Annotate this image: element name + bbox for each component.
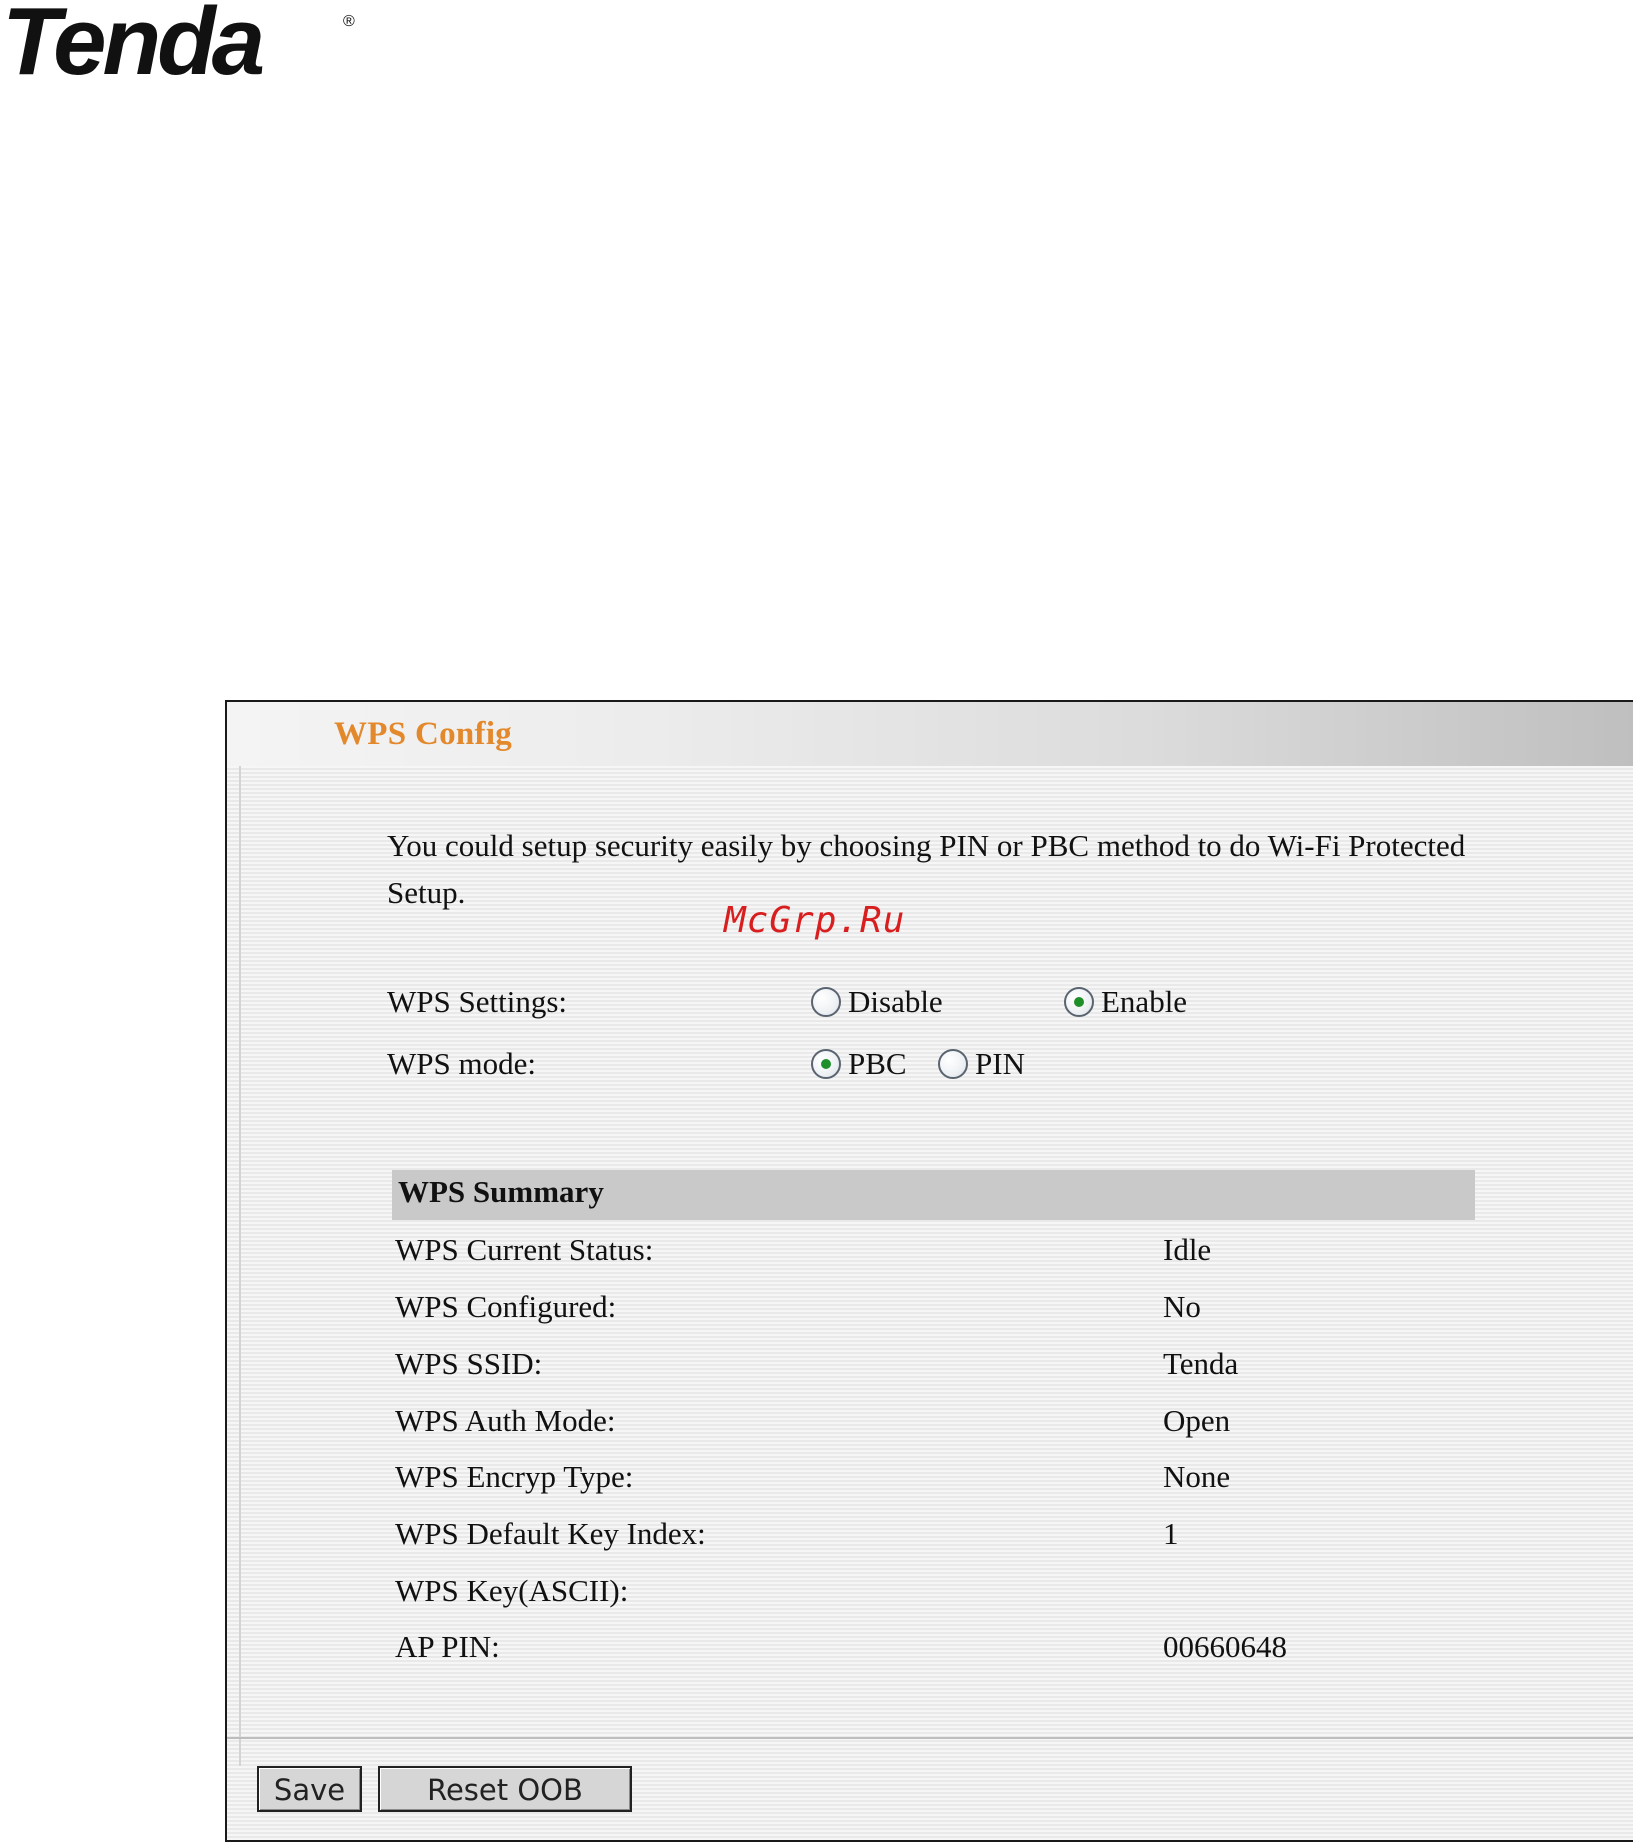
- tenda-logo: Tenda ®: [0, 0, 370, 84]
- summary-row: WPS Key(ASCII):: [395, 1571, 1475, 1611]
- registered-mark: ®: [343, 13, 355, 30]
- summary-key: WPS Current Status:: [395, 1232, 654, 1267]
- wps-settings-row: WPS Settings: Disable Enable: [387, 982, 1487, 1022]
- summary-value: Open: [1163, 1403, 1231, 1438]
- radio-unchecked-icon[interactable]: [811, 987, 841, 1017]
- summary-row: WPS Current Status: Idle: [395, 1230, 1475, 1270]
- summary-row: WPS Encryp Type: None: [395, 1457, 1475, 1497]
- wps-enable-radio[interactable]: Enable: [1064, 982, 1187, 1022]
- summary-value: 1: [1163, 1516, 1179, 1551]
- summary-row: WPS Configured: No: [395, 1287, 1475, 1327]
- tenda-logo-text: Tenda: [2, 0, 263, 84]
- summary-key: WPS Encryp Type:: [395, 1459, 634, 1494]
- summary-row: WPS Auth Mode: Open: [395, 1401, 1475, 1441]
- summary-row: WPS Default Key Index: 1: [395, 1514, 1475, 1554]
- summary-value: 00660648: [1163, 1629, 1287, 1664]
- save-button[interactable]: Save: [257, 1766, 362, 1812]
- summary-value: Tenda: [1163, 1346, 1239, 1381]
- wps-mode-pin-label: PIN: [975, 1046, 1025, 1081]
- wps-enable-label: Enable: [1101, 984, 1188, 1019]
- wps-mode-pbc-radio[interactable]: PBC: [811, 1044, 907, 1084]
- wps-mode-pin-radio[interactable]: PIN: [938, 1044, 1025, 1084]
- wps-mode-label: WPS mode:: [387, 1046, 536, 1081]
- wps-mode-pbc-label: PBC: [848, 1046, 907, 1081]
- wps-disable-label: Disable: [848, 984, 943, 1019]
- summary-value: Idle: [1163, 1232, 1212, 1267]
- summary-key: WPS Default Key Index:: [395, 1516, 706, 1551]
- wps-mode-row: WPS mode: PBC PIN: [387, 1044, 1487, 1084]
- panel-title: WPS Config: [334, 716, 513, 752]
- panel-divider: [239, 766, 241, 1766]
- panel-header: WPS Config: [227, 702, 1633, 766]
- wps-summary-title: WPS Summary: [398, 1174, 604, 1209]
- wps-disable-radio[interactable]: Disable: [811, 982, 943, 1022]
- summary-row: AP PIN: 00660648: [395, 1627, 1475, 1667]
- wps-summary-header: WPS Summary: [392, 1170, 1475, 1220]
- radio-unchecked-icon[interactable]: [938, 1049, 968, 1079]
- wps-settings-label: WPS Settings:: [387, 984, 568, 1019]
- footer-divider: [227, 1737, 1633, 1739]
- summary-value: No: [1163, 1289, 1201, 1324]
- radio-checked-icon[interactable]: [1064, 987, 1094, 1017]
- wps-config-panel: WPS Config You could setup security easi…: [225, 700, 1633, 1842]
- summary-key: WPS SSID:: [395, 1346, 543, 1381]
- reset-oob-button[interactable]: Reset OOB: [378, 1766, 632, 1812]
- summary-key: WPS Auth Mode:: [395, 1403, 616, 1438]
- radio-checked-icon[interactable]: [811, 1049, 841, 1079]
- summary-key: AP PIN:: [395, 1629, 500, 1664]
- summary-key: WPS Configured:: [395, 1289, 617, 1324]
- summary-value: None: [1163, 1459, 1231, 1494]
- watermark-text: McGrp.Ru: [724, 900, 906, 941]
- summary-key: WPS Key(ASCII):: [395, 1573, 629, 1608]
- intro-text: You could setup security easily by choos…: [387, 828, 1466, 910]
- summary-row: WPS SSID: Tenda: [395, 1344, 1475, 1384]
